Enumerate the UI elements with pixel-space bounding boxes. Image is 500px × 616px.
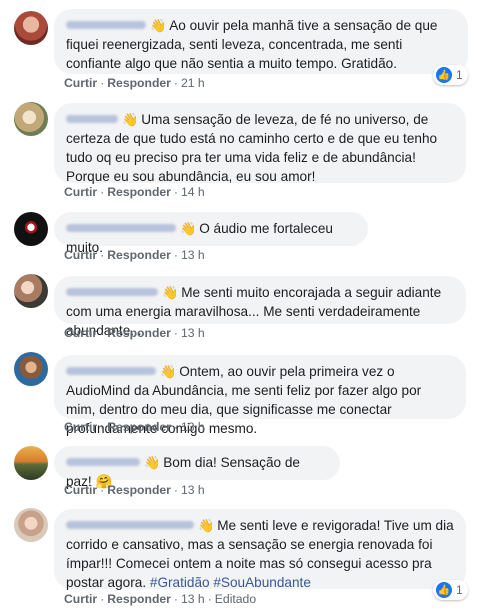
- reply-link[interactable]: Responder: [107, 248, 171, 262]
- separator: ·: [173, 185, 178, 199]
- separator: ·: [173, 592, 178, 606]
- author-name[interactable]: [66, 458, 140, 467]
- timestamp[interactable]: 13 h: [181, 420, 205, 434]
- reaction-count[interactable]: 👍 1: [433, 580, 468, 600]
- separator: ·: [100, 326, 105, 340]
- separator: ·: [100, 592, 105, 606]
- timestamp[interactable]: 13 h: [181, 248, 205, 262]
- like-link[interactable]: Curtir: [64, 592, 97, 606]
- reply-link[interactable]: Responder: [107, 420, 171, 434]
- wave-icon: 👋: [150, 18, 167, 33]
- author-name[interactable]: [66, 367, 156, 376]
- hashtags[interactable]: #Gratidão #SouAbundante: [150, 575, 311, 590]
- separator: ·: [173, 76, 178, 90]
- separator: ·: [173, 483, 178, 497]
- reply-link[interactable]: Responder: [107, 185, 171, 199]
- comment-actions: Curtir · Responder · 14 h: [64, 185, 205, 199]
- separator: ·: [173, 248, 178, 262]
- reply-link[interactable]: Responder: [107, 326, 171, 340]
- comment-actions: Curtir · Responder · 13 h: [64, 326, 205, 340]
- like-link[interactable]: Curtir: [64, 483, 97, 497]
- separator: ·: [100, 185, 105, 199]
- timestamp[interactable]: 13 h: [181, 326, 205, 340]
- avatar[interactable]: [14, 102, 48, 136]
- timestamp[interactable]: 21 h: [181, 76, 205, 90]
- comment-actions: Curtir · Responder · 13 h · Editado: [64, 592, 256, 606]
- wave-icon: 👋: [122, 112, 139, 127]
- comment-bubble: 👋 Uma sensação de leveza, de fé no univer…: [54, 103, 466, 184]
- like-link[interactable]: Curtir: [64, 326, 97, 340]
- reply-link[interactable]: Responder: [107, 76, 171, 90]
- separator: ·: [100, 248, 105, 262]
- comment-bubble: 👋 Me senti leve e revigorada! Tive um dia…: [54, 509, 466, 590]
- reaction-number: 1: [456, 583, 463, 597]
- separator: ·: [173, 326, 178, 340]
- author-name[interactable]: [66, 21, 146, 30]
- separator: ·: [100, 76, 105, 90]
- comment-bubble: 👋 Ontem, ao ouvir pela primeira vez o Aud…: [54, 355, 466, 436]
- like-icon: 👍: [436, 582, 452, 598]
- avatar[interactable]: [14, 352, 48, 386]
- comment-actions: Curtir · Responder · 13 h: [64, 420, 205, 434]
- comment-bubble: 👋 O áudio me fortaleceu muito.: [54, 212, 368, 255]
- wave-icon: 👋: [144, 455, 161, 470]
- timestamp[interactable]: 13 h: [181, 592, 205, 606]
- avatar[interactable]: [14, 11, 48, 45]
- separator: ·: [100, 483, 105, 497]
- avatar[interactable]: [14, 508, 48, 542]
- edited-label[interactable]: Editado: [215, 592, 256, 606]
- avatar[interactable]: [14, 446, 48, 480]
- like-link[interactable]: Curtir: [64, 420, 97, 434]
- reaction-number: 1: [456, 68, 463, 82]
- comment-actions: Curtir · Responder · 21 h: [64, 76, 205, 90]
- comment-bubble: 👋 Bom dia! Sensação de paz! 🤗: [54, 446, 340, 489]
- author-name[interactable]: [66, 115, 118, 124]
- separator: ·: [207, 592, 212, 606]
- comment-bubble: 👋 Ao ouvir pela manhã tive a sensação de …: [54, 9, 468, 74]
- reply-link[interactable]: Responder: [107, 592, 171, 606]
- comment-actions: Curtir · Responder · 13 h: [64, 483, 205, 497]
- avatar[interactable]: [14, 212, 48, 246]
- wave-icon: 👋: [180, 221, 197, 236]
- timestamp[interactable]: 13 h: [181, 483, 205, 497]
- author-name[interactable]: [66, 288, 158, 297]
- comment-actions: Curtir · Responder · 13 h: [64, 248, 205, 262]
- like-link[interactable]: Curtir: [64, 185, 97, 199]
- timestamp[interactable]: 14 h: [181, 185, 205, 199]
- like-icon: 👍: [436, 67, 452, 83]
- reaction-count[interactable]: 👍 1: [433, 65, 468, 85]
- separator: ·: [173, 420, 178, 434]
- wave-icon: 👋: [198, 518, 215, 533]
- author-name[interactable]: [66, 521, 194, 530]
- reply-link[interactable]: Responder: [107, 483, 171, 497]
- avatar[interactable]: [14, 274, 48, 308]
- like-link[interactable]: Curtir: [64, 76, 97, 90]
- comment-bubble: 👋 Me senti muito encorajada a seguir adia…: [54, 276, 466, 338]
- author-name[interactable]: [66, 224, 176, 233]
- separator: ·: [100, 420, 105, 434]
- like-link[interactable]: Curtir: [64, 248, 97, 262]
- wave-icon: 👋: [160, 364, 177, 379]
- wave-icon: 👋: [162, 285, 179, 300]
